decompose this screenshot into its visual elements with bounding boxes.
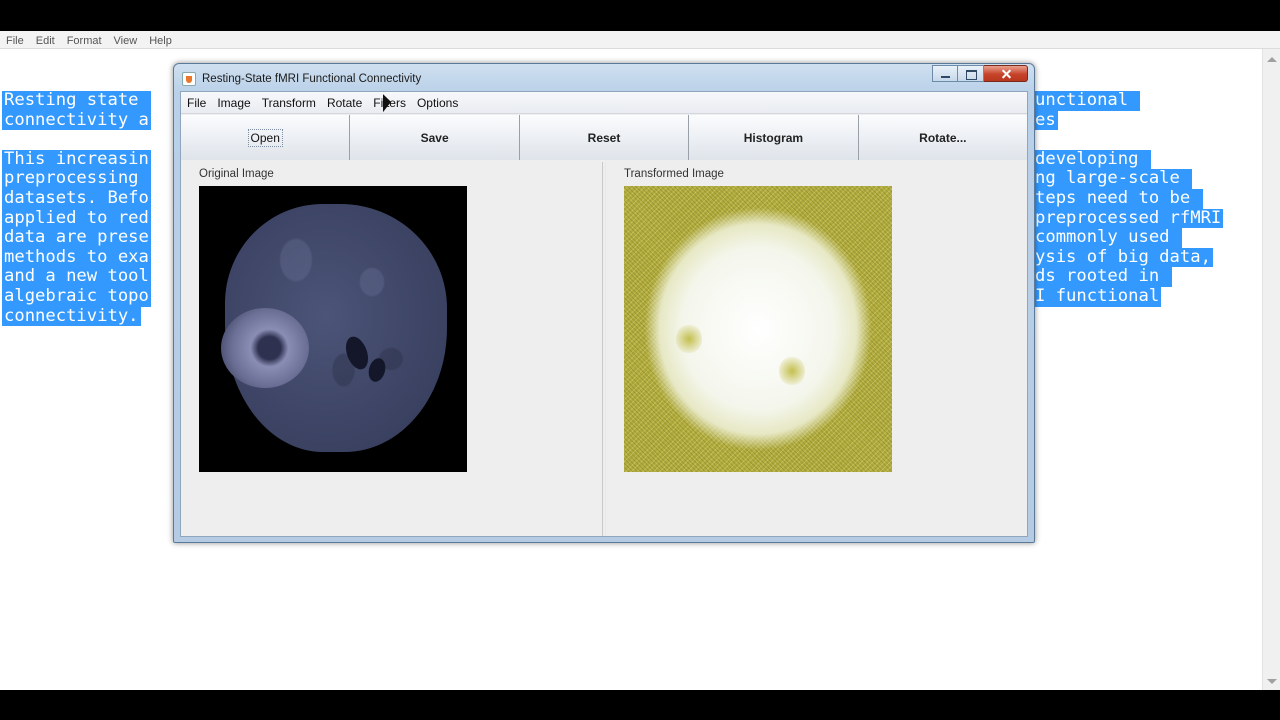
transformed-blob bbox=[779, 356, 805, 386]
window-controls bbox=[932, 65, 1028, 82]
menu-transform[interactable]: Transform bbox=[256, 93, 321, 113]
scroll-up-icon[interactable] bbox=[1267, 57, 1277, 62]
rotate-button-label: Rotate... bbox=[919, 130, 967, 145]
original-image-panel: Original Image bbox=[181, 162, 603, 536]
button-toolbar: Open Save Reset Histogram Rotate... bbox=[181, 115, 1028, 160]
maximize-button[interactable] bbox=[958, 65, 984, 82]
app-window: Resting-State fMRI Functional Connectivi… bbox=[173, 63, 1035, 543]
editor-line: Resting state bbox=[2, 90, 151, 111]
editor-menu-file[interactable]: File bbox=[0, 32, 30, 48]
editor-line: algebraic topo bbox=[2, 286, 151, 307]
transformed-image-title: Transformed Image bbox=[624, 168, 724, 180]
editor-line: preprocessing bbox=[2, 168, 151, 189]
editor-line: methods to exa bbox=[2, 246, 151, 268]
window-client-area: File Image Transform Rotate Filters Opti… bbox=[180, 91, 1028, 537]
editor-menubar: File Edit Format View Help bbox=[0, 31, 1280, 49]
histogram-button-label: Histogram bbox=[743, 130, 804, 145]
top-black-bar bbox=[0, 0, 1280, 31]
original-brain-image bbox=[199, 186, 467, 472]
open-button[interactable]: Open bbox=[181, 115, 351, 160]
editor-vertical-scrollbar[interactable] bbox=[1262, 49, 1280, 690]
histogram-button[interactable]: Histogram bbox=[689, 115, 859, 160]
editor-line: ysis of big data, bbox=[1033, 246, 1213, 268]
reset-button[interactable]: Reset bbox=[519, 115, 690, 160]
editor-line: and a new tool bbox=[2, 266, 151, 287]
save-button[interactable]: Save bbox=[350, 115, 520, 160]
editor-line: data are prese bbox=[2, 227, 151, 248]
window-title: Resting-State fMRI Functional Connectivi… bbox=[202, 73, 422, 85]
editor-menu-edit[interactable]: Edit bbox=[30, 32, 61, 48]
editor-line: teps need to be bbox=[1033, 188, 1203, 209]
menu-rotate[interactable]: Rotate bbox=[321, 93, 367, 113]
editor-menu-help[interactable]: Help bbox=[143, 32, 178, 48]
close-button[interactable] bbox=[984, 65, 1028, 82]
app-menubar: File Image Transform Rotate Filters Opti… bbox=[181, 92, 1027, 114]
editor-line: datasets. Befo bbox=[2, 188, 151, 209]
save-button-label: Save bbox=[420, 130, 449, 145]
rotate-button[interactable]: Rotate... bbox=[858, 115, 1028, 160]
reset-button-label: Reset bbox=[587, 130, 621, 145]
transformed-image-panel: Transformed Image bbox=[605, 162, 1027, 536]
menu-options[interactable]: Options bbox=[411, 93, 463, 113]
open-button-label: Open bbox=[247, 128, 283, 147]
editor-line: connectivity. bbox=[2, 305, 141, 327]
editor-line: commonly used bbox=[1033, 227, 1182, 248]
menu-image[interactable]: Image bbox=[211, 93, 255, 113]
editor-line: I functional bbox=[1033, 286, 1162, 307]
minimize-button[interactable] bbox=[932, 65, 958, 82]
original-image-title: Original Image bbox=[199, 168, 274, 180]
editor-line: es bbox=[1033, 109, 1058, 131]
editor-line: preprocessed rfMRI bbox=[1033, 207, 1224, 229]
bottom-black-bar bbox=[0, 690, 1280, 720]
editor-line: developing bbox=[1033, 148, 1151, 170]
tumor-region bbox=[221, 308, 309, 388]
editor-line: unctional bbox=[1033, 90, 1141, 111]
window-titlebar[interactable]: Resting-State fMRI Functional Connectivi… bbox=[182, 70, 421, 88]
transformed-blob bbox=[676, 324, 702, 354]
editor-line: ds rooted in bbox=[1033, 266, 1172, 287]
editor-menu-format[interactable]: Format bbox=[61, 32, 108, 48]
editor-menu-view[interactable]: View bbox=[108, 32, 144, 48]
editor-line: connectivity a bbox=[2, 109, 151, 131]
scroll-down-icon[interactable] bbox=[1267, 679, 1277, 684]
editor-line: applied to red bbox=[2, 207, 151, 229]
editor-line: This increasin bbox=[2, 148, 151, 170]
transformed-brain-image bbox=[624, 186, 892, 472]
editor-line: ng large-scale bbox=[1033, 168, 1193, 189]
menu-file[interactable]: File bbox=[181, 93, 211, 113]
java-icon bbox=[182, 72, 196, 86]
